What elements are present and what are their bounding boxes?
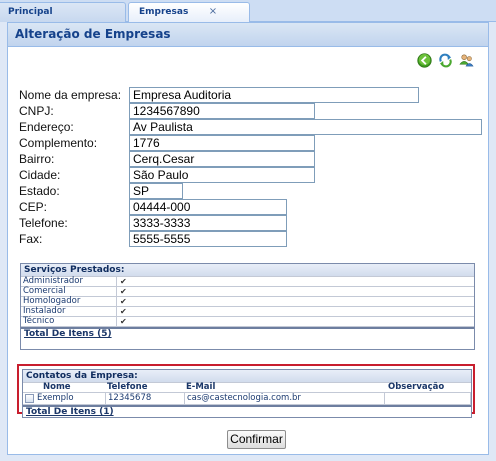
cidade-input[interactable]: São Paulo [129, 167, 315, 183]
row-edit-icon[interactable] [25, 394, 34, 403]
endereco-input[interactable]: Av Paulista [129, 119, 482, 135]
estado-input[interactable]: SP [129, 183, 183, 199]
checkmark-icon[interactable]: ✔ [120, 287, 130, 297]
refresh-icon[interactable] [438, 53, 453, 68]
fax-label: Fax: [19, 232, 43, 246]
col-nome-header[interactable]: Nome [43, 383, 71, 392]
contatos-total: Total De Itens (1) [23, 405, 471, 417]
servicos-title: Serviços Prestados: [21, 264, 474, 277]
contato-observacao [385, 393, 471, 405]
tab-empresas-label: Empresas [139, 7, 189, 17]
estado-label: Estado: [19, 184, 60, 198]
checkmark-icon[interactable]: ✔ [120, 297, 130, 307]
bairro-label: Bairro: [19, 152, 55, 166]
users-icon[interactable] [459, 53, 474, 68]
fax-input[interactable]: 5555-5555 [129, 231, 287, 247]
cep-input[interactable]: 04444-000 [129, 199, 287, 215]
table-row[interactable]: Homologador ✔ [21, 297, 474, 307]
close-icon[interactable]: × [207, 6, 219, 18]
checkmark-icon[interactable]: ✔ [120, 317, 130, 327]
cnpj-input[interactable]: 1234567890 [129, 103, 315, 119]
tab-principal-label: Principal [8, 7, 53, 17]
contato-nome: Exemplo [35, 393, 106, 405]
table-row[interactable]: Comercial ✔ [21, 287, 474, 297]
servicos-grid: Serviços Prestados: Administrador ✔ Come… [20, 263, 475, 350]
edit-company-panel: Alteração de Empresas Nome da empresa: E… [7, 22, 489, 455]
contatos-header-row: Nome Telefone E-Mail Observação [23, 383, 471, 393]
col-observacao-header[interactable]: Observação [388, 383, 444, 392]
tab-empresas[interactable]: Empresas × [128, 2, 250, 23]
tab-bar: Principal Empresas × [0, 0, 496, 23]
telefone-input[interactable]: 3333-3333 [129, 215, 287, 231]
checkmark-icon[interactable]: ✔ [120, 277, 130, 287]
table-row[interactable]: Técnico ✔ [21, 317, 474, 327]
col-telefone-header[interactable]: Telefone [107, 383, 147, 392]
telefone-label: Telefone: [19, 216, 68, 230]
cnpj-label: CNPJ: [19, 104, 54, 118]
contato-email: cas@castecnologia.com.br [185, 393, 385, 405]
servico-name: Técnico [21, 317, 117, 327]
servicos-total: Total De Itens (5) [21, 327, 474, 339]
endereco-label: Endereço: [19, 120, 74, 134]
checkmark-icon[interactable]: ✔ [120, 307, 130, 317]
cidade-label: Cidade: [19, 168, 61, 182]
complemento-input[interactable]: 1776 [129, 135, 315, 151]
tab-principal[interactable]: Principal [0, 2, 126, 22]
confirm-button[interactable]: Confirmar [227, 430, 286, 449]
panel-title: Alteração de Empresas [8, 23, 488, 47]
table-row[interactable]: Exemplo 12345678 cas@castecnologia.com.b… [23, 393, 471, 405]
bairro-input[interactable]: Cerq.Cesar [129, 151, 315, 167]
nome-input[interactable]: Empresa Auditoria [129, 87, 419, 103]
contato-telefone: 12345678 [106, 393, 185, 405]
cep-label: CEP: [19, 200, 48, 214]
contacts-highlight: Contatos da Empresa: Nome Telefone E-Mai… [17, 364, 475, 418]
nome-label: Nome da empresa: [19, 88, 122, 102]
table-row[interactable]: Instalador ✔ [21, 307, 474, 317]
contatos-grid: Contatos da Empresa: Nome Telefone E-Mai… [22, 369, 472, 418]
col-email-header[interactable]: E-Mail [186, 383, 215, 392]
back-icon[interactable] [417, 53, 432, 68]
table-row[interactable]: Administrador ✔ [21, 277, 474, 287]
complemento-label: Complemento: [19, 136, 98, 150]
